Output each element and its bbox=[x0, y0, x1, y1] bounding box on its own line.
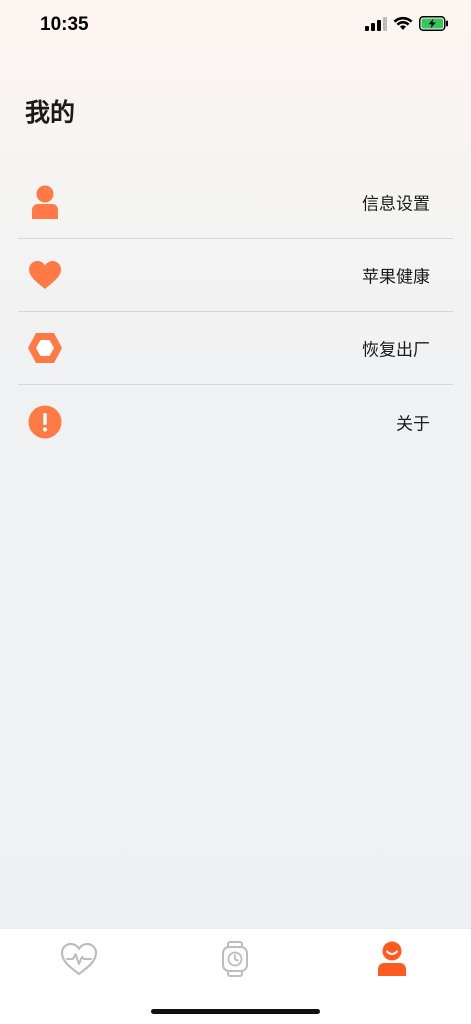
menu-item-about[interactable]: 关于 bbox=[18, 385, 453, 458]
watch-icon bbox=[222, 941, 248, 977]
profile-icon bbox=[378, 941, 406, 976]
status-icons bbox=[365, 16, 449, 31]
exclamation-icon bbox=[27, 404, 63, 440]
status-bar: 10:35 bbox=[0, 0, 471, 54]
wifi-icon bbox=[393, 16, 413, 30]
status-time: 10:35 bbox=[40, 14, 89, 35]
menu-list: 信息设置 苹果健康 恢复出厂 关于 bbox=[18, 166, 453, 458]
page-title: 我的 bbox=[25, 98, 76, 127]
menu-item-label: 信息设置 bbox=[362, 194, 430, 215]
home-indicator bbox=[151, 1009, 320, 1014]
menu-item-label: 苹果健康 bbox=[362, 267, 430, 288]
menu-item-label: 关于 bbox=[396, 414, 430, 434]
menu-item-apple-health[interactable]: 苹果健康 bbox=[18, 239, 453, 312]
cellular-signal-icon bbox=[365, 16, 387, 31]
menu-item-info-settings[interactable]: 信息设置 bbox=[18, 166, 453, 239]
hexagon-nut-icon bbox=[27, 330, 63, 366]
tab-watch[interactable] bbox=[213, 939, 257, 979]
heart-icon bbox=[27, 257, 63, 293]
tab-health[interactable] bbox=[57, 939, 101, 979]
user-icon bbox=[27, 184, 63, 220]
menu-item-label: 恢复出厂 bbox=[362, 340, 430, 361]
menu-item-factory-reset[interactable]: 恢复出厂 bbox=[18, 312, 453, 385]
tab-profile[interactable] bbox=[370, 939, 414, 979]
battery-charging-icon bbox=[419, 16, 448, 31]
heart-pulse-icon bbox=[60, 942, 98, 976]
